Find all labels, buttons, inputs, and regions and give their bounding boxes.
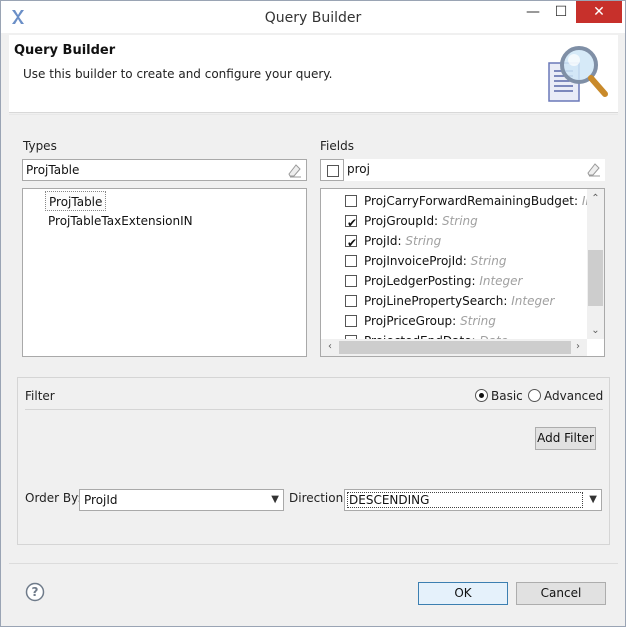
field-label: ProjLedgerPosting: Integer xyxy=(364,271,523,291)
field-checkbox[interactable] xyxy=(345,275,357,287)
fields-search-value: proj xyxy=(347,162,370,176)
fields-horizontal-scroll-thumb[interactable] xyxy=(339,341,571,354)
chevron-down-icon: ▼ xyxy=(589,494,597,505)
types-search-value: ProjTable xyxy=(26,163,80,177)
fields-vertical-scrollbar[interactable]: ⌃ ⌄ xyxy=(587,189,604,339)
fields-select-all-checkbox[interactable] xyxy=(327,165,339,177)
field-checkbox[interactable] xyxy=(345,315,357,327)
field-checkbox[interactable] xyxy=(345,195,357,207)
type-item-projtabletaxextensionin[interactable]: ProjTableTaxExtensionIN xyxy=(45,211,196,231)
ok-button[interactable]: OK xyxy=(418,582,508,605)
minimize-button[interactable]: — xyxy=(519,1,547,23)
direction-value: DESCENDING xyxy=(349,493,430,507)
field-label: ProjInvoiceProjId: String xyxy=(364,251,506,271)
field-type: String xyxy=(441,214,478,228)
types-label: Types xyxy=(23,139,57,153)
banner-divider xyxy=(9,114,618,115)
maximize-button[interactable]: ☐ xyxy=(547,1,575,23)
help-glyph: ? xyxy=(31,585,39,599)
checkmark-icon: ✔ xyxy=(347,216,358,230)
footer-divider xyxy=(9,563,618,564)
order-by-label: Order By: xyxy=(25,491,82,505)
direction-select[interactable]: DESCENDING ▼ xyxy=(344,489,602,511)
field-label: ProjCarryForwardRemainingBudget: Integer xyxy=(364,191,588,211)
field-name: ProjId: xyxy=(364,234,402,248)
eraser-icon[interactable] xyxy=(584,160,604,180)
banner-title: Query Builder xyxy=(14,43,116,58)
basic-mode-label[interactable]: Basic xyxy=(491,389,523,403)
field-name: ProjCarryForwardRemainingBudget: xyxy=(364,194,579,208)
field-checkbox[interactable] xyxy=(345,255,357,267)
field-checkbox[interactable]: ✔ xyxy=(345,215,357,230)
direction-label: Direction: xyxy=(289,491,348,505)
field-type: String xyxy=(405,234,442,248)
chevron-down-icon: ▼ xyxy=(271,494,279,505)
fields-search-input[interactable]: proj xyxy=(343,159,605,181)
filter-label: Filter xyxy=(25,389,55,403)
advanced-mode-radio[interactable] xyxy=(528,389,541,402)
basic-mode-radio[interactable] xyxy=(475,389,488,402)
types-search-input[interactable]: ProjTable xyxy=(22,159,307,181)
scroll-up-arrow-icon[interactable]: ⌃ xyxy=(587,191,604,207)
scroll-left-arrow-icon[interactable]: ‹ xyxy=(323,339,337,355)
field-type: String xyxy=(460,314,496,328)
banner-description: Use this builder to create and configure… xyxy=(23,67,333,81)
fields-horizontal-scrollbar[interactable]: ‹ › xyxy=(321,339,587,356)
order-by-select[interactable]: ProjId ▼ xyxy=(79,489,284,511)
field-label: ProjPriceGroup: String xyxy=(364,311,496,331)
radio-selected-dot xyxy=(479,393,484,398)
title-bar: Query Builder — ☐ ✕ xyxy=(1,1,625,33)
advanced-mode-label[interactable]: Advanced xyxy=(544,389,603,403)
fields-list[interactable]: ProjCarryForwardRemainingBudget: Integer… xyxy=(320,188,605,357)
field-label: ProjLinePropertySearch: Integer xyxy=(364,291,554,311)
field-checkbox[interactable] xyxy=(345,295,357,307)
field-name: ProjPriceGroup: xyxy=(364,314,457,328)
eraser-icon[interactable] xyxy=(285,161,305,181)
checkmark-icon: ✔ xyxy=(347,236,358,250)
scroll-down-arrow-icon[interactable]: ⌄ xyxy=(587,323,604,339)
field-name: ProjGroupId: xyxy=(364,214,439,228)
order-by-value: ProjId xyxy=(84,493,118,507)
query-magnifier-icon xyxy=(548,46,608,102)
fields-search-container: proj xyxy=(320,159,605,181)
close-button[interactable]: ✕ xyxy=(576,1,622,23)
types-list[interactable]: ProjTable ProjTableTaxExtensionIN xyxy=(22,188,307,357)
field-label: ProjectedEndDate: Date xyxy=(364,331,508,339)
scroll-right-arrow-icon[interactable]: › xyxy=(571,339,585,355)
filter-divider xyxy=(25,409,603,410)
fields-rows: ProjCarryForwardRemainingBudget: Integer… xyxy=(321,189,588,339)
field-type: String xyxy=(470,254,507,268)
field-checkbox[interactable]: ✔ xyxy=(345,235,357,250)
fields-vertical-scroll-thumb[interactable] xyxy=(588,250,603,306)
field-type: Integer xyxy=(479,274,523,288)
field-name: ProjLinePropertySearch: xyxy=(364,294,508,308)
field-label: ProjId: String xyxy=(364,231,441,251)
add-filter-button[interactable]: Add Filter xyxy=(535,427,596,450)
fields-label: Fields xyxy=(320,139,354,153)
field-name: ProjInvoiceProjId: xyxy=(364,254,467,268)
cancel-button[interactable]: Cancel xyxy=(516,582,606,605)
field-name: ProjLedgerPosting: xyxy=(364,274,476,288)
field-type: Integer xyxy=(511,294,555,308)
field-label: ProjGroupId: String xyxy=(364,211,478,231)
header-banner: Query Builder Use this builder to create… xyxy=(9,35,618,113)
type-item-projtable[interactable]: ProjTable xyxy=(45,191,107,211)
query-builder-dialog: Query Builder — ☐ ✕ Query Builder Use th… xyxy=(0,0,626,627)
